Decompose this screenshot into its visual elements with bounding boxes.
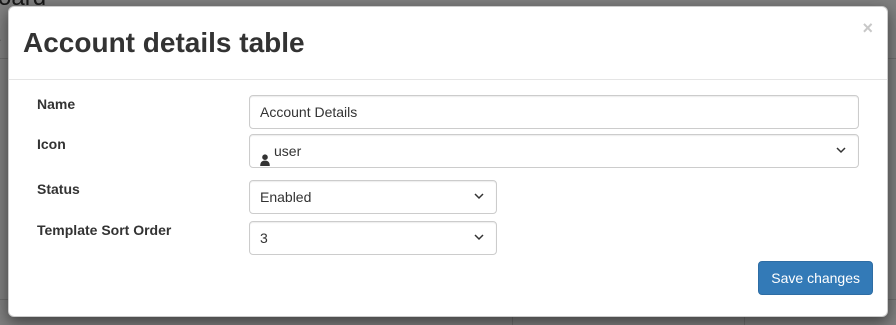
status-select[interactable]: Enabled (249, 180, 497, 214)
name-input[interactable] (249, 95, 859, 129)
status-label: Status (37, 181, 80, 197)
account-details-modal: Account details table × Name Icon user S… (8, 6, 888, 317)
chevron-down-icon (474, 234, 484, 241)
modal-header: Account details table × (9, 7, 887, 80)
save-changes-button[interactable]: Save changes (758, 261, 873, 295)
chevron-down-icon (836, 147, 846, 154)
user-icon (260, 145, 270, 166)
icon-select-value: user (274, 143, 302, 159)
close-button[interactable]: × (862, 19, 873, 37)
chevron-down-icon (474, 193, 484, 200)
name-label: Name (37, 96, 76, 112)
modal-title: Account details table (23, 27, 305, 58)
sort-order-select[interactable]: 3 (249, 221, 497, 255)
icon-select[interactable]: user (249, 134, 859, 168)
sort-order-label: Template Sort Order (37, 222, 172, 238)
sort-order-select-value: 3 (260, 230, 268, 246)
status-select-value: Enabled (260, 189, 312, 205)
icon-label: Icon (37, 136, 66, 152)
